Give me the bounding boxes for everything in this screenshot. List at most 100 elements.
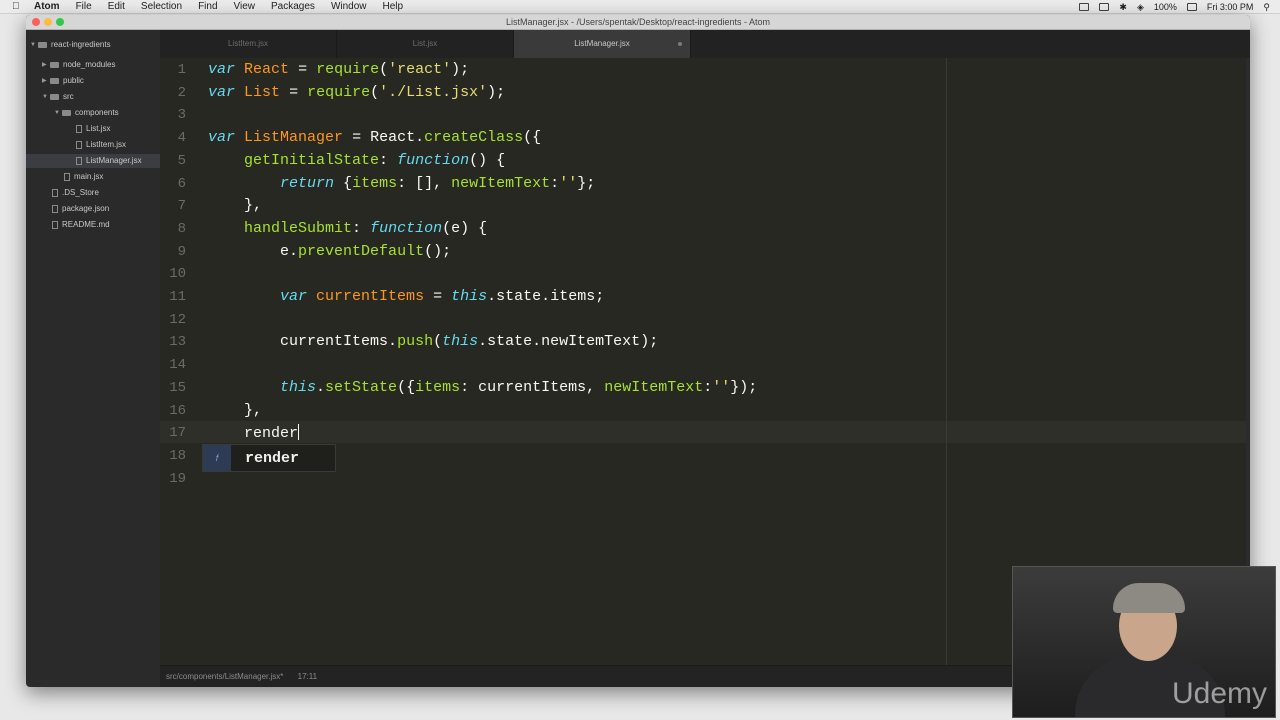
code-line[interactable]: getInitialState: function() { [208,152,505,169]
line-number: 4 [177,130,186,147]
code-line[interactable]: var ListManager = React.createClass({ [208,129,541,146]
line-number: 15 [169,379,186,396]
chevron-down-icon: ▼ [42,94,48,100]
display-icon[interactable] [1079,3,1090,11]
modified-dot-icon[interactable] [678,42,682,46]
tree-root[interactable]: ▼ react-ingredients [30,38,111,52]
tree-item-listmanager-jsx[interactable]: ListManager.jsx [26,154,160,168]
folder-icon [50,62,59,68]
code-line[interactable]: e.preventDefault(); [208,243,451,260]
minimize-button[interactable] [44,18,52,26]
folder-icon [62,110,71,116]
code-line[interactable]: return {items: [], newItemText:''}; [208,175,595,192]
file-icon [52,221,58,229]
tree-item-readme[interactable]: README.md [52,218,110,232]
tree-item-label: main.jsx [74,172,104,181]
bluetooth-icon[interactable]: ✱ [1119,2,1127,13]
text-caret [298,424,300,441]
tab-listmanager[interactable]: ListManager.jsx [514,30,691,58]
line-number: 17 [169,425,186,442]
chevron-down-icon: ▼ [54,110,60,116]
autocomplete-popup[interactable]: f render [202,444,336,472]
line-number: 6 [177,175,186,192]
file-icon [64,173,70,181]
zoom-button[interactable] [56,18,64,26]
menu-file[interactable]: File [76,1,92,12]
tree-item-list-jsx[interactable]: List.jsx [76,122,110,136]
tab-label: List.jsx [412,39,438,48]
file-icon [52,205,58,213]
line-number: 7 [177,198,186,215]
window-title: ListManager.jsx - /Users/spentak/Desktop… [505,17,771,27]
code-line[interactable]: render [208,424,300,442]
code-line[interactable]: currentItems.push(this.state.newItemText… [208,333,658,350]
tree-item-src[interactable]: ▼ src [42,90,74,104]
tree-item-components[interactable]: ▼ components [54,106,119,120]
apple-icon[interactable]:  [12,1,26,12]
line-number: 16 [169,402,186,419]
tree-item-label: ListItem.jsx [86,140,127,149]
line-number: 3 [177,107,186,124]
line-number: 18 [169,447,186,464]
line-number: 10 [169,266,186,283]
line-number: 5 [177,152,186,169]
menu-edit[interactable]: Edit [108,1,125,12]
search-icon[interactable]: ⚲ [1263,2,1270,13]
menu-view[interactable]: View [234,1,256,12]
code-line[interactable]: var List = require('./List.jsx'); [208,84,505,101]
tab-label: ListManager.jsx [574,39,630,48]
tab-list[interactable]: List.jsx [337,30,514,58]
tree-item-label: node_modules [63,60,116,69]
chevron-down-icon: ▼ [30,42,36,48]
folder-icon [50,94,59,100]
line-number: 14 [169,357,186,374]
file-icon [76,125,82,133]
folder-icon [50,78,59,84]
battery-label[interactable]: 100% [1154,2,1177,12]
line-number: 9 [177,243,186,260]
line-number: 19 [169,470,186,487]
close-button[interactable] [32,18,40,26]
code-line[interactable]: var currentItems = this.state.items; [208,288,604,305]
wifi-icon[interactable]: ◈ [1137,2,1144,13]
tree-item-package-json[interactable]: package.json [52,202,109,216]
tab-label: ListItem.jsx [227,39,268,48]
tree-item-label: README.md [62,220,110,229]
tree-item-main-jsx[interactable]: main.jsx [64,170,103,184]
code-line[interactable]: var React = require('react'); [208,61,469,78]
tree-item-node-modules[interactable]: ▶ node_modules [42,58,115,72]
tree-item-public[interactable]: ▶ public [42,74,84,88]
clock[interactable]: Fri 3:00 PM [1207,2,1254,12]
presenter-cap [1113,583,1185,613]
tab-bar: ListItem.jsx List.jsx ListManager.jsx [160,30,1250,58]
tree-item-label: package.json [62,204,110,213]
menu-selection[interactable]: Selection [141,1,182,12]
menu-app[interactable]: Atom [34,1,60,12]
menu-help[interactable]: Help [383,1,404,12]
menu-find[interactable]: Find [198,1,217,12]
screen-record-icon[interactable] [1099,3,1110,11]
line-number: 11 [169,289,186,305]
status-cursor-position[interactable]: 17:11 [298,672,317,681]
autocomplete-suggestion[interactable]: render [245,450,299,467]
tab-listitem[interactable]: ListItem.jsx [160,30,337,58]
line-number: 2 [177,84,186,101]
tree-item-label: List.jsx [86,124,111,133]
menu-window[interactable]: Window [331,1,367,12]
title-bar: ListManager.jsx - /Users/spentak/Desktop… [26,15,1250,30]
code-line[interactable]: }, [208,197,262,214]
cursor-line-highlight [160,421,1246,443]
status-icons: ✱ ◈ 100% Fri 3:00 PM ⚲ [1079,0,1270,14]
menu-packages[interactable]: Packages [271,1,315,12]
tree-root-label: react-ingredients [51,40,111,49]
tree-item-ds-store[interactable]: .DS_Store [52,186,99,200]
status-file-path[interactable]: src/components/ListManager.jsx* [166,672,283,681]
code-line[interactable]: this.setState({items: currentItems, newI… [208,379,757,396]
code-line[interactable]: }, [208,402,262,419]
tree-item-listitem-jsx[interactable]: ListItem.jsx [76,138,126,152]
code-line[interactable]: handleSubmit: function(e) { [208,220,487,237]
tree-item-label: public [63,76,84,85]
folder-icon [38,42,47,48]
battery-icon[interactable] [1186,3,1197,11]
menu-bar:  Atom File Edit Selection Find View Pac… [0,0,1280,14]
